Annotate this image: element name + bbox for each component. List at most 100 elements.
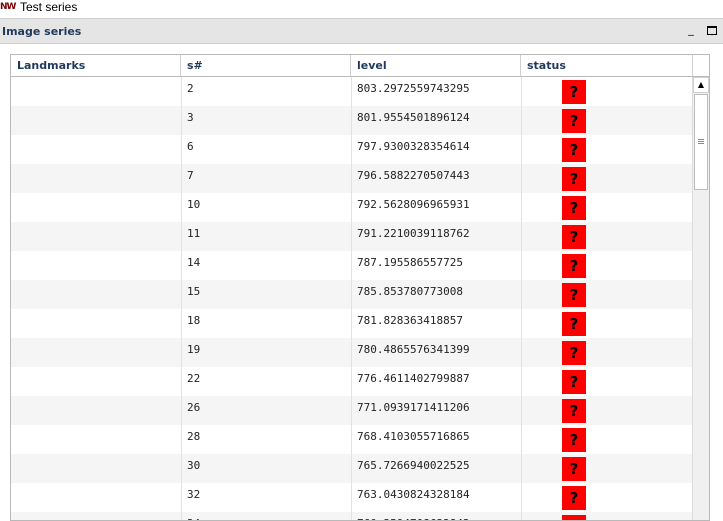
scroll-thumb[interactable] [694,94,708,190]
cell-landmarks [11,135,181,164]
grip-line [698,143,704,144]
column-divider [181,77,182,520]
column-header-status[interactable]: status [521,55,693,76]
cell-status: ? [521,222,692,251]
cell-landmarks [11,454,181,483]
status-badge[interactable]: ? [562,80,586,104]
cell-s-number: 14 [187,256,201,269]
cell-landmarks [11,483,181,512]
cell-status: ? [521,483,692,512]
cell-status: ? [521,251,692,280]
cell-s-number: 30 [187,459,201,472]
cell-level: 763.0430824328184 [357,488,470,501]
series-grid: Landmarks s# level status 2 803.297255974… [10,54,710,521]
column-header-landmarks[interactable]: Landmarks [11,55,181,76]
status-badge[interactable]: ? [562,109,586,133]
column-header-s-number[interactable]: s# [181,55,351,76]
cell-level: 801.9554501896124 [357,111,470,124]
cell-status: ? [521,396,692,425]
cell-s-number: 32 [187,488,201,501]
status-badge[interactable]: ? [562,254,586,278]
cell-status: ? [521,135,692,164]
panel-header: Image series _ [0,18,723,44]
status-badge[interactable]: ? [562,399,586,423]
cell-status: ? [521,454,692,483]
cell-s-number: 22 [187,372,201,385]
maximize-icon[interactable] [707,26,717,35]
column-divider [521,77,522,520]
status-badge[interactable]: ? [562,515,586,520]
cell-level: 776.4611402799887 [357,372,470,385]
status-badge[interactable]: ? [562,428,586,452]
cell-landmarks [11,193,181,222]
cell-landmarks [11,425,181,454]
cell-landmarks [11,396,181,425]
cell-level: 797.9300328354614 [357,140,470,153]
status-badge[interactable]: ? [562,167,586,191]
cell-s-number: 19 [187,343,201,356]
cell-s-number: 26 [187,401,201,414]
cell-level: 781.828363418857 [357,314,463,327]
cell-status: ? [521,106,692,135]
app-logo-icon: NW [0,2,16,12]
cell-status: ? [521,164,692,193]
panel-title: Image series [2,25,82,38]
cell-level: 791.2210039118762 [357,227,470,240]
grip-line [698,141,704,142]
window-title: Test series [20,0,78,14]
cell-status: ? [521,309,692,338]
grip-line [698,139,704,140]
cell-level: 780.4865576341399 [357,343,470,356]
cell-landmarks [11,164,181,193]
cell-s-number: 3 [187,111,194,124]
cell-level: 768.4103055716865 [357,430,470,443]
cell-status: ? [521,280,692,309]
cell-landmarks [11,512,181,520]
cell-status: ? [521,425,692,454]
cell-s-number: 10 [187,198,201,211]
status-badge[interactable]: ? [562,283,586,307]
status-badge[interactable]: ? [562,196,586,220]
cell-landmarks [11,77,181,106]
cell-status: ? [521,193,692,222]
cell-s-number: 18 [187,314,201,327]
cell-landmarks [11,222,181,251]
vertical-scrollbar[interactable]: ▲ [692,77,709,520]
status-badge[interactable]: ? [562,225,586,249]
status-badge[interactable]: ? [562,341,586,365]
cell-landmarks [11,106,181,135]
status-badge[interactable]: ? [562,370,586,394]
grid-header: Landmarks s# level status [11,55,709,77]
cell-landmarks [11,338,181,367]
cell-s-number: 11 [187,227,201,240]
cell-level: 771.0939171411206 [357,401,470,414]
cell-s-number: 15 [187,285,201,298]
cell-level: 796.5882270507443 [357,169,470,182]
scroll-up-icon[interactable]: ▲ [693,77,709,93]
column-divider [351,77,352,520]
cell-level: 765.7266940022525 [357,459,470,472]
cell-landmarks [11,251,181,280]
cell-s-number: 6 [187,140,194,153]
image-series-panel: Image series _ Landmarks s# level status… [0,18,723,521]
cell-level: 785.853780773008 [357,285,463,298]
cell-s-number: 34 [181,512,351,520]
cell-landmarks [11,280,181,309]
status-badge[interactable]: ? [562,312,586,336]
cell-status: ? [521,338,692,367]
cell-level: 792.5628096965931 [357,198,470,211]
cell-status: ? [521,77,692,106]
cell-level: 760.3594708633843 [351,512,521,520]
window-titlebar: NW Test series [0,0,723,16]
status-badge[interactable]: ? [562,486,586,510]
cell-landmarks [11,309,181,338]
cell-s-number: 7 [187,169,194,182]
cell-landmarks [11,367,181,396]
status-badge[interactable]: ? [562,138,586,162]
minimize-icon[interactable]: _ [686,23,696,37]
status-badge[interactable]: ? [562,457,586,481]
cell-status: ? [521,367,692,396]
column-header-level[interactable]: level [351,55,521,76]
cell-status: ? [521,512,692,520]
cell-s-number: 2 [187,82,194,95]
